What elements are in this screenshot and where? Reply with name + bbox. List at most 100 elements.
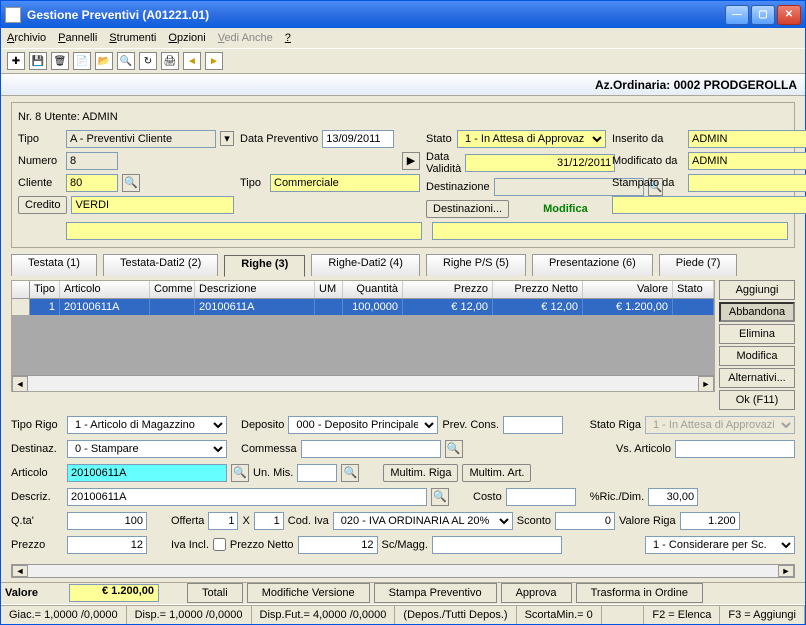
grid-hscroll[interactable]: ◄► xyxy=(12,375,714,391)
dataprev-field[interactable] xyxy=(322,130,394,148)
destinaz-select[interactable]: 0 - Stampare xyxy=(67,440,227,458)
tipo-select[interactable] xyxy=(66,130,216,148)
modver-button[interactable]: Modifiche Versione xyxy=(247,583,370,603)
totali-button[interactable]: Totali xyxy=(187,583,243,603)
descriz-field[interactable] xyxy=(67,488,427,506)
tab-righe2[interactable]: Righe-Dati2 (4) xyxy=(311,254,420,276)
considerare-select[interactable]: 1 - Considerare per Sc. xyxy=(645,536,795,554)
tab-righeps[interactable]: Righe P/S (5) xyxy=(426,254,526,276)
col-descrizione[interactable]: Descrizione xyxy=(195,281,315,298)
stampa-button[interactable]: Stampa Preventivo xyxy=(374,583,497,603)
cliente-search-icon[interactable]: 🔍 xyxy=(122,174,140,192)
commessa-field[interactable] xyxy=(301,440,441,458)
sconto-field[interactable] xyxy=(555,512,615,530)
scmagg-field[interactable] xyxy=(432,536,562,554)
save-icon[interactable]: 💾 xyxy=(29,52,47,70)
tab-testata2[interactable]: Testata-Dati2 (2) xyxy=(103,254,218,276)
col-prezzonetto[interactable]: Prezzo Netto xyxy=(493,281,583,298)
find-icon[interactable]: 🔍 xyxy=(117,52,135,70)
menu-strumenti[interactable]: Strumenti xyxy=(109,32,156,44)
multim-riga-button[interactable]: Multim. Riga xyxy=(383,464,458,482)
righe-grid[interactable]: Tipo Articolo Comme Descrizione UM Quant… xyxy=(11,280,715,392)
col-quantita[interactable]: Quantità xyxy=(343,281,403,298)
titlebar[interactable]: Gestione Preventivi (A01221.01) — ▢ ✕ xyxy=(1,1,805,28)
ivaincl-checkbox[interactable] xyxy=(213,538,226,551)
multim-art-button[interactable]: Multim. Art. xyxy=(462,464,531,482)
cliente-field[interactable] xyxy=(66,174,118,192)
detail-hscroll[interactable]: ◄► xyxy=(11,564,795,578)
delete-icon[interactable]: 🗑 xyxy=(51,52,69,70)
elimina-button[interactable]: Elimina xyxy=(719,324,795,344)
prev-icon[interactable]: ◄ xyxy=(183,52,201,70)
prevcons-field[interactable] xyxy=(503,416,563,434)
play-button[interactable]: ▶ xyxy=(402,152,420,170)
aggiungi-button[interactable]: Aggiungi xyxy=(719,280,795,300)
unmis-field[interactable] xyxy=(297,464,337,482)
menu-pannelli[interactable]: Pannelli xyxy=(58,32,97,44)
copy-icon[interactable]: 📄 xyxy=(73,52,91,70)
tab-presentazione[interactable]: Presentazione (6) xyxy=(532,254,653,276)
vsart-field[interactable] xyxy=(675,440,795,458)
numero-field[interactable] xyxy=(66,152,118,170)
dataval-field[interactable] xyxy=(465,154,615,172)
codiva-select[interactable]: 020 - IVA ORDINARIA AL 20% xyxy=(333,512,513,530)
col-stato[interactable]: Stato xyxy=(673,281,714,298)
table-row[interactable]: 1 20100611A 20100611A 100,0000 € 12,00 €… xyxy=(12,299,714,315)
status-disp: Disp.= 1,0000 /0,0000 xyxy=(127,606,252,624)
offerta1-field[interactable] xyxy=(208,512,238,530)
trasforma-button[interactable]: Trasforma in Ordine xyxy=(576,583,703,603)
close-button[interactable]: ✕ xyxy=(777,5,801,25)
unmis-search-icon[interactable]: 🔍 xyxy=(341,464,359,482)
extra-field-1[interactable] xyxy=(612,196,806,214)
ok-button[interactable]: Ok (F11) xyxy=(719,390,795,410)
menu-help[interactable]: ? xyxy=(285,32,291,44)
credito-field[interactable] xyxy=(71,196,234,214)
col-articolo[interactable]: Articolo xyxy=(60,281,150,298)
costo-field[interactable] xyxy=(506,488,576,506)
tipo-dropdown-icon[interactable]: ▾ xyxy=(220,131,234,146)
col-valore[interactable]: Valore xyxy=(583,281,673,298)
menu-vedianche[interactable]: Vedi Anche xyxy=(218,32,273,44)
commessa-search-icon[interactable]: 🔍 xyxy=(445,440,463,458)
destinazioni-button[interactable]: Destinazioni... xyxy=(426,200,509,218)
deposito-select[interactable]: 000 - Deposito Principale xyxy=(288,416,438,434)
col-um[interactable]: UM xyxy=(315,281,343,298)
maximize-button[interactable]: ▢ xyxy=(751,5,775,25)
menu-opzioni[interactable]: Opzioni xyxy=(168,32,205,44)
descriz-search-icon[interactable]: 🔍 xyxy=(431,488,449,506)
col-tipo[interactable]: Tipo xyxy=(30,281,60,298)
tab-piede[interactable]: Piede (7) xyxy=(659,254,738,276)
qta-field[interactable] xyxy=(67,512,147,530)
statoriga-select[interactable]: 1 - In Attesa di Approvazi xyxy=(645,416,795,434)
articolo-field[interactable] xyxy=(67,464,227,482)
open-icon[interactable]: 📂 xyxy=(95,52,113,70)
alternativi-button[interactable]: Alternativi... xyxy=(719,368,795,388)
stato-select[interactable]: 1 - In Attesa di Approvaz xyxy=(457,130,606,148)
extra-field-3[interactable] xyxy=(432,222,788,240)
col-comme[interactable]: Comme xyxy=(150,281,195,298)
abbandona-button[interactable]: Abbandona xyxy=(719,302,795,322)
valoreriga-field[interactable] xyxy=(680,512,740,530)
next-icon[interactable]: ► xyxy=(205,52,223,70)
tiporigo-select[interactable]: 1 - Articolo di Magazzino xyxy=(67,416,227,434)
articolo-search-icon[interactable]: 🔍 xyxy=(231,464,249,482)
valoreriga-label: Valore Riga xyxy=(619,515,676,527)
menu-archivio[interactable]: Archivio xyxy=(7,32,46,44)
print-icon[interactable]: 🖨 xyxy=(161,52,179,70)
refresh-icon[interactable]: ↻ xyxy=(139,52,157,70)
new-icon[interactable]: ✚ xyxy=(7,52,25,70)
prezzo-field[interactable] xyxy=(67,536,147,554)
modifica-button[interactable]: Modifica xyxy=(719,346,795,366)
col-prezzo[interactable]: Prezzo xyxy=(403,281,493,298)
offerta2-field[interactable] xyxy=(254,512,284,530)
minimize-button[interactable]: — xyxy=(725,5,749,25)
tipo2-field[interactable] xyxy=(270,174,420,192)
prezzonetto-field[interactable] xyxy=(298,536,378,554)
ricdim-field[interactable] xyxy=(648,488,698,506)
tab-testata[interactable]: Testata (1) xyxy=(11,254,97,276)
credito-button[interactable]: Credito xyxy=(18,196,67,214)
context-text: Az.Ordinaria: 0002 PRODGEROLLA xyxy=(595,78,797,92)
tab-righe[interactable]: Righe (3) xyxy=(224,255,305,277)
extra-field-2[interactable] xyxy=(66,222,422,240)
approva-button[interactable]: Approva xyxy=(501,583,572,603)
